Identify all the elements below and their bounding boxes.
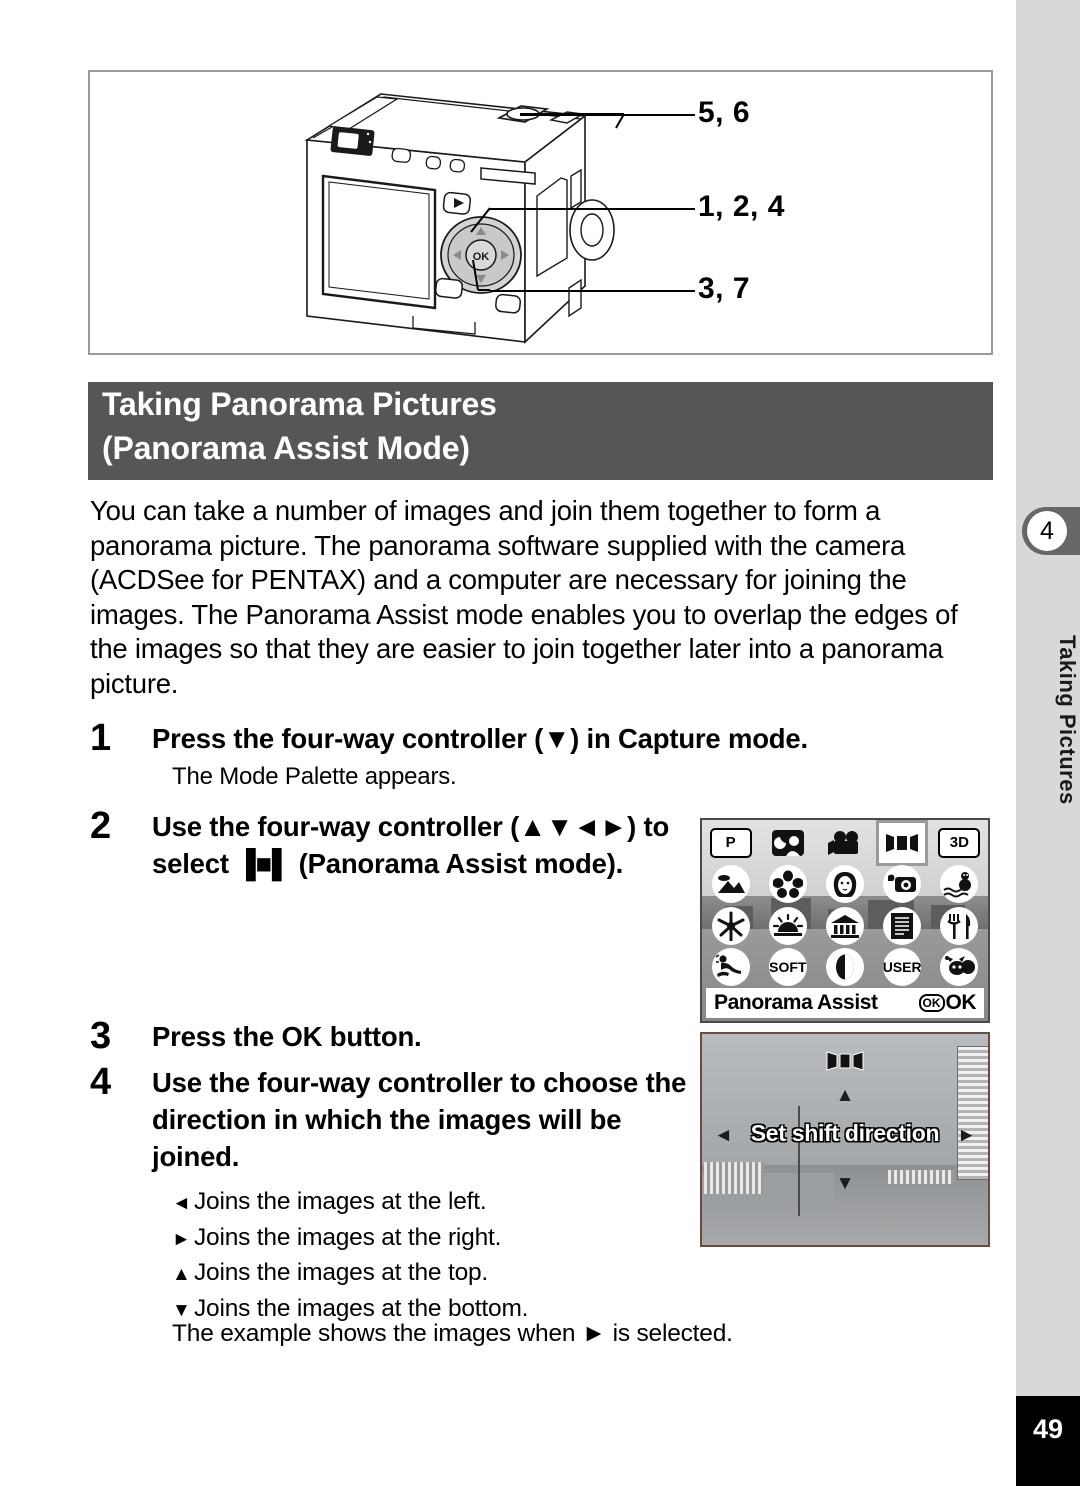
ok-hint-group: OK OK bbox=[918, 991, 977, 1015]
right-arrow-icon: ► bbox=[172, 1228, 191, 1250]
page-number: 49 bbox=[1032, 1414, 1064, 1444]
section-title-line-2: (Panorama Assist Mode) bbox=[102, 430, 470, 466]
shift-screen-tower bbox=[957, 1046, 988, 1180]
mode-cell-flower[interactable] bbox=[765, 865, 811, 904]
sunset-mode-icon bbox=[768, 906, 807, 945]
mode-palette-screenshot: P 3D SOFT USER Panorama Assist OK OK bbox=[700, 818, 990, 1023]
portrait-mode-icon bbox=[825, 865, 864, 904]
shift-screen-skyline-left bbox=[704, 1162, 764, 1194]
mode-cell-autumn[interactable] bbox=[708, 906, 754, 945]
flower-mode-icon bbox=[768, 865, 807, 904]
mode-cell-sport[interactable] bbox=[708, 948, 754, 987]
mode-cell-program[interactable]: P bbox=[708, 824, 754, 862]
step-4-number: 4 bbox=[90, 1061, 112, 1103]
landscape-mode-icon bbox=[711, 865, 750, 904]
mode-cell-text[interactable] bbox=[879, 906, 925, 945]
text-mode-icon bbox=[883, 906, 922, 945]
surf-snow-icon bbox=[940, 865, 979, 904]
sport-mode-icon bbox=[711, 948, 750, 987]
up-arrow-icon: ▲ bbox=[172, 1264, 191, 1285]
callout-connectors bbox=[470, 113, 625, 291]
panorama-assist-icon bbox=[886, 833, 919, 852]
step-2-text: Use the four-way controller (▲▼◄►) to se… bbox=[152, 811, 670, 879]
step-4-text: Use the four-way controller to choose th… bbox=[152, 1067, 687, 1172]
mode-cell-museum[interactable] bbox=[822, 906, 868, 945]
ok-hint-label: OK bbox=[945, 991, 977, 1014]
mode-palette-grid: P 3D SOFT USER bbox=[702, 820, 988, 988]
mode-cell-self-portrait[interactable] bbox=[879, 865, 925, 904]
mode-cell-panorama-assist[interactable] bbox=[876, 820, 929, 866]
direction-item-top-label: Joins the images at the top. bbox=[194, 1259, 489, 1286]
intro-paragraph: You can take a number of images and join… bbox=[90, 495, 958, 699]
chapter-number-badge: 4 bbox=[1027, 511, 1067, 551]
callout-label-1: 5, 6 bbox=[698, 96, 751, 129]
night-scene-icon bbox=[771, 829, 804, 856]
example-note: The example shows the images when ► is s… bbox=[172, 1320, 733, 1347]
autumn-mode-icon bbox=[711, 906, 750, 945]
panorama-mode-indicator-icon bbox=[826, 1050, 864, 1077]
section-title-line-1: Taking Panorama Pictures bbox=[102, 386, 497, 422]
left-arrow-icon: ◄ bbox=[172, 1193, 191, 1214]
selected-mode-label: Panorama Assist bbox=[714, 991, 878, 1014]
section-title-banner: Taking Panorama Pictures (Panorama Assis… bbox=[88, 382, 993, 480]
half-length-icon bbox=[825, 948, 864, 987]
mode-cell-landscape[interactable] bbox=[708, 865, 754, 904]
food-mode-icon bbox=[940, 906, 979, 945]
mode-cell-3d[interactable]: 3D bbox=[936, 824, 982, 862]
soft-mode-icon: SOFT bbox=[768, 948, 807, 987]
chapter-tab: 4 bbox=[1022, 507, 1080, 555]
mode-cell-portrait[interactable] bbox=[822, 865, 868, 904]
mode-cell-food[interactable] bbox=[936, 906, 982, 945]
mode-cell-pet[interactable] bbox=[936, 948, 982, 987]
mode-cell-movie[interactable] bbox=[822, 824, 868, 862]
shift-up-arrow-icon[interactable]: ▲ bbox=[836, 1086, 855, 1105]
shift-screen-skyline-right bbox=[888, 1170, 954, 1184]
callout-label-2: 1, 2, 4 bbox=[698, 190, 785, 223]
ok-button-badge-icon: OK bbox=[918, 994, 945, 1012]
step-2-number: 2 bbox=[90, 805, 112, 847]
camera-illustration-box: OK 5, 6 1, 2, 4 3, 7 bbox=[88, 70, 993, 355]
page-number-box: 49 bbox=[1016, 1396, 1080, 1486]
callout-label-3: 3, 7 bbox=[698, 272, 751, 305]
mode-cell-sunset[interactable] bbox=[765, 906, 811, 945]
shift-direction-caption: Set shift direction bbox=[750, 1120, 940, 1146]
pet-mode-icon bbox=[940, 948, 979, 987]
step-1-number: 1 bbox=[90, 717, 112, 759]
direction-item-left-label: Joins the images at the left. bbox=[194, 1188, 487, 1215]
direction-item-top: ▲ Joins the images at the top. bbox=[172, 1256, 872, 1292]
mode-cell-surf-snow[interactable] bbox=[936, 865, 982, 904]
three-d-mode-icon: 3D bbox=[938, 827, 981, 858]
step-1-subtext: The Mode Palette appears. bbox=[172, 763, 457, 790]
self-portrait-icon bbox=[883, 865, 922, 904]
user-mode-icon: USER bbox=[883, 948, 922, 987]
direction-item-bottom-label: Joins the images at the bottom. bbox=[194, 1294, 529, 1322]
direction-item-right-label: Joins the images at the right. bbox=[194, 1223, 502, 1251]
shift-direction-screenshot: ▲ ▼ ◄ ► Set shift direction bbox=[700, 1032, 990, 1247]
step-3-text: Press the OK button. bbox=[152, 1021, 422, 1052]
movie-mode-icon bbox=[827, 830, 858, 855]
museum-mode-icon bbox=[825, 906, 864, 945]
program-mode-icon: P bbox=[709, 827, 752, 858]
shift-down-arrow-icon[interactable]: ▼ bbox=[836, 1174, 855, 1193]
mode-cell-soft[interactable]: SOFT bbox=[765, 948, 811, 987]
mode-palette-label-bar: Panorama Assist OK OK bbox=[706, 988, 984, 1018]
mode-cell-night-scene[interactable] bbox=[765, 824, 811, 862]
panorama-assist-selected-frame bbox=[876, 820, 929, 866]
step-3-number: 3 bbox=[90, 1015, 112, 1057]
step-1-text: Press the four-way controller (▼) in Cap… bbox=[152, 723, 808, 754]
chapter-title-vertical: Taking Pictures bbox=[1055, 635, 1080, 805]
mode-cell-user[interactable]: USER bbox=[879, 948, 925, 987]
mode-cell-half-length[interactable] bbox=[822, 948, 868, 987]
